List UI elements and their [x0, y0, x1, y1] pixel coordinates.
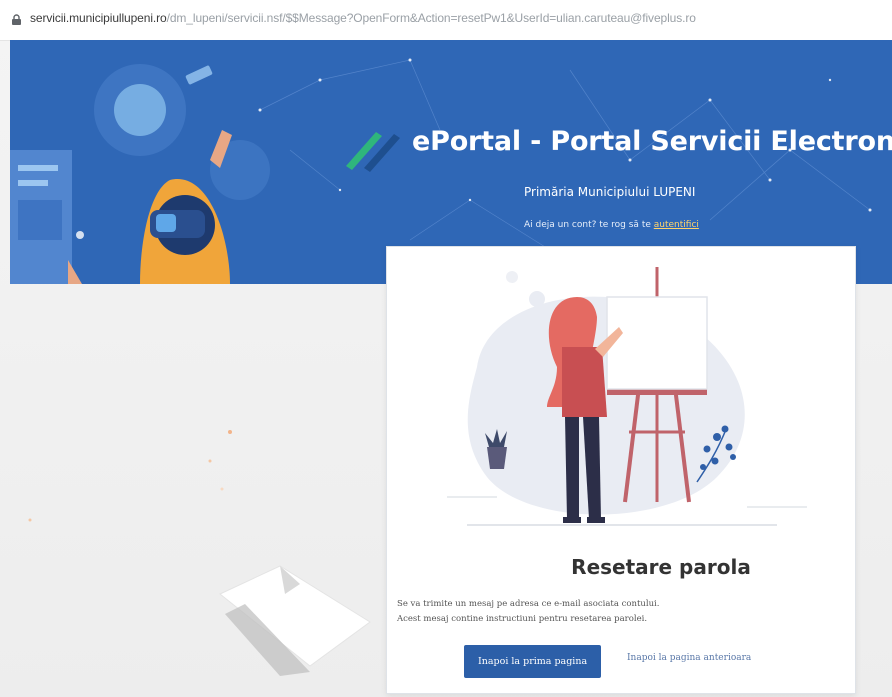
painter-illustration	[447, 267, 807, 526]
url-host: servicii.municipiullupeni.ro	[30, 11, 167, 25]
address-bar[interactable]: servicii.municipiullupeni.ro/dm_lupeni/s…	[0, 0, 892, 40]
instructions-line-1: Se va trimite un mesaj pe adresa ce e-ma…	[397, 599, 660, 609]
page-title: ePortal - Portal Servicii Electronice	[412, 126, 892, 157]
card-heading: Resetare parola	[571, 555, 751, 579]
account-prompt: Ai deja un cont? te rog să te autentific…	[524, 220, 699, 230]
reset-instructions: Se va trimite un mesaj pe adresa ce e-ma…	[397, 597, 837, 627]
account-prompt-text: Ai deja un cont? te rog să te	[524, 220, 654, 230]
page: servicii.municipiullupeni.ro/dm_lupeni/s…	[0, 0, 892, 697]
lock-icon	[12, 14, 21, 25]
login-link[interactable]: autentifici	[654, 220, 699, 230]
instructions-line-2: Acest mesaj contine instructiuni pentru …	[397, 614, 648, 624]
brand-logo-icon	[346, 132, 400, 172]
back-to-previous-link[interactable]: Inapoi la pagina anterioara	[627, 653, 751, 663]
back-to-home-button[interactable]: Inapoi la prima pagina	[464, 645, 602, 678]
background-decoration	[28, 430, 371, 676]
url-text[interactable]: servicii.municipiullupeni.ro/dm_lupeni/s…	[30, 11, 696, 25]
municipality-name: Primăria Municipiului LUPENI	[524, 185, 696, 199]
reset-password-card: Resetare parola Se va trimite un mesaj p…	[386, 246, 856, 694]
url-path: /dm_lupeni/servicii.nsf/$$Message?OpenFo…	[166, 11, 696, 25]
